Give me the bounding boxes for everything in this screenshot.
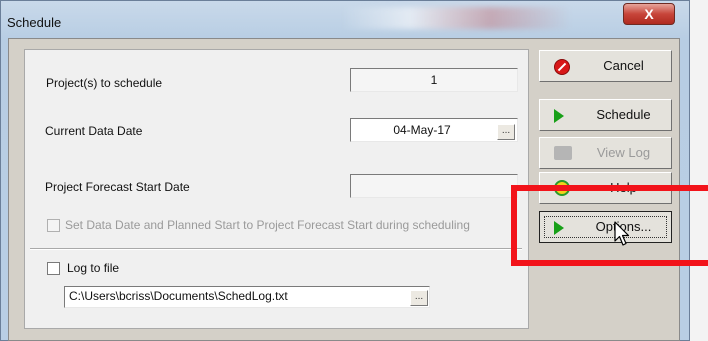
log-path-field[interactable]: C:\Users\bcriss\Documents\SchedLog.txt xyxy=(64,286,430,308)
view-log-button-label: View Log xyxy=(596,145,651,160)
log-icon xyxy=(554,146,572,160)
data-date-picker-button[interactable]: ... xyxy=(497,124,515,140)
close-button[interactable]: X xyxy=(623,3,675,25)
log-path-browse-button[interactable]: ... xyxy=(410,290,428,306)
set-data-date-label: Set Data Date and Planned Start to Proje… xyxy=(65,218,470,232)
cancel-button-label: Cancel xyxy=(603,58,644,73)
current-data-date-label: Current Data Date xyxy=(45,124,143,138)
log-to-file-checkbox[interactable] xyxy=(47,262,60,275)
forecast-start-date-field xyxy=(350,174,518,198)
play-icon xyxy=(554,109,564,123)
log-path-value: C:\Users\bcriss\Documents\SchedLog.txt xyxy=(69,289,288,303)
window-title: Schedule xyxy=(7,15,62,30)
title-bar-background xyxy=(341,7,571,29)
forecast-start-date-label: Project Forecast Start Date xyxy=(45,180,190,194)
schedule-button[interactable]: Schedule xyxy=(539,99,672,131)
set-data-date-checkbox[interactable] xyxy=(47,219,60,232)
data-date-field[interactable]: 04-May-17 xyxy=(350,118,518,142)
section-divider xyxy=(30,248,522,250)
projects-to-schedule-label: Project(s) to schedule xyxy=(46,76,163,90)
highlight-annotation-box xyxy=(511,185,708,266)
log-to-file-label: Log to file xyxy=(67,261,120,275)
view-log-button[interactable]: View Log xyxy=(539,137,672,169)
projects-count-field: 1 xyxy=(350,68,518,92)
cancel-icon xyxy=(554,59,570,75)
data-date-value: 04-May-17 xyxy=(393,123,451,137)
mouse-cursor-icon xyxy=(614,221,630,246)
cancel-button[interactable]: Cancel xyxy=(539,50,672,82)
schedule-button-label: Schedule xyxy=(596,107,651,122)
